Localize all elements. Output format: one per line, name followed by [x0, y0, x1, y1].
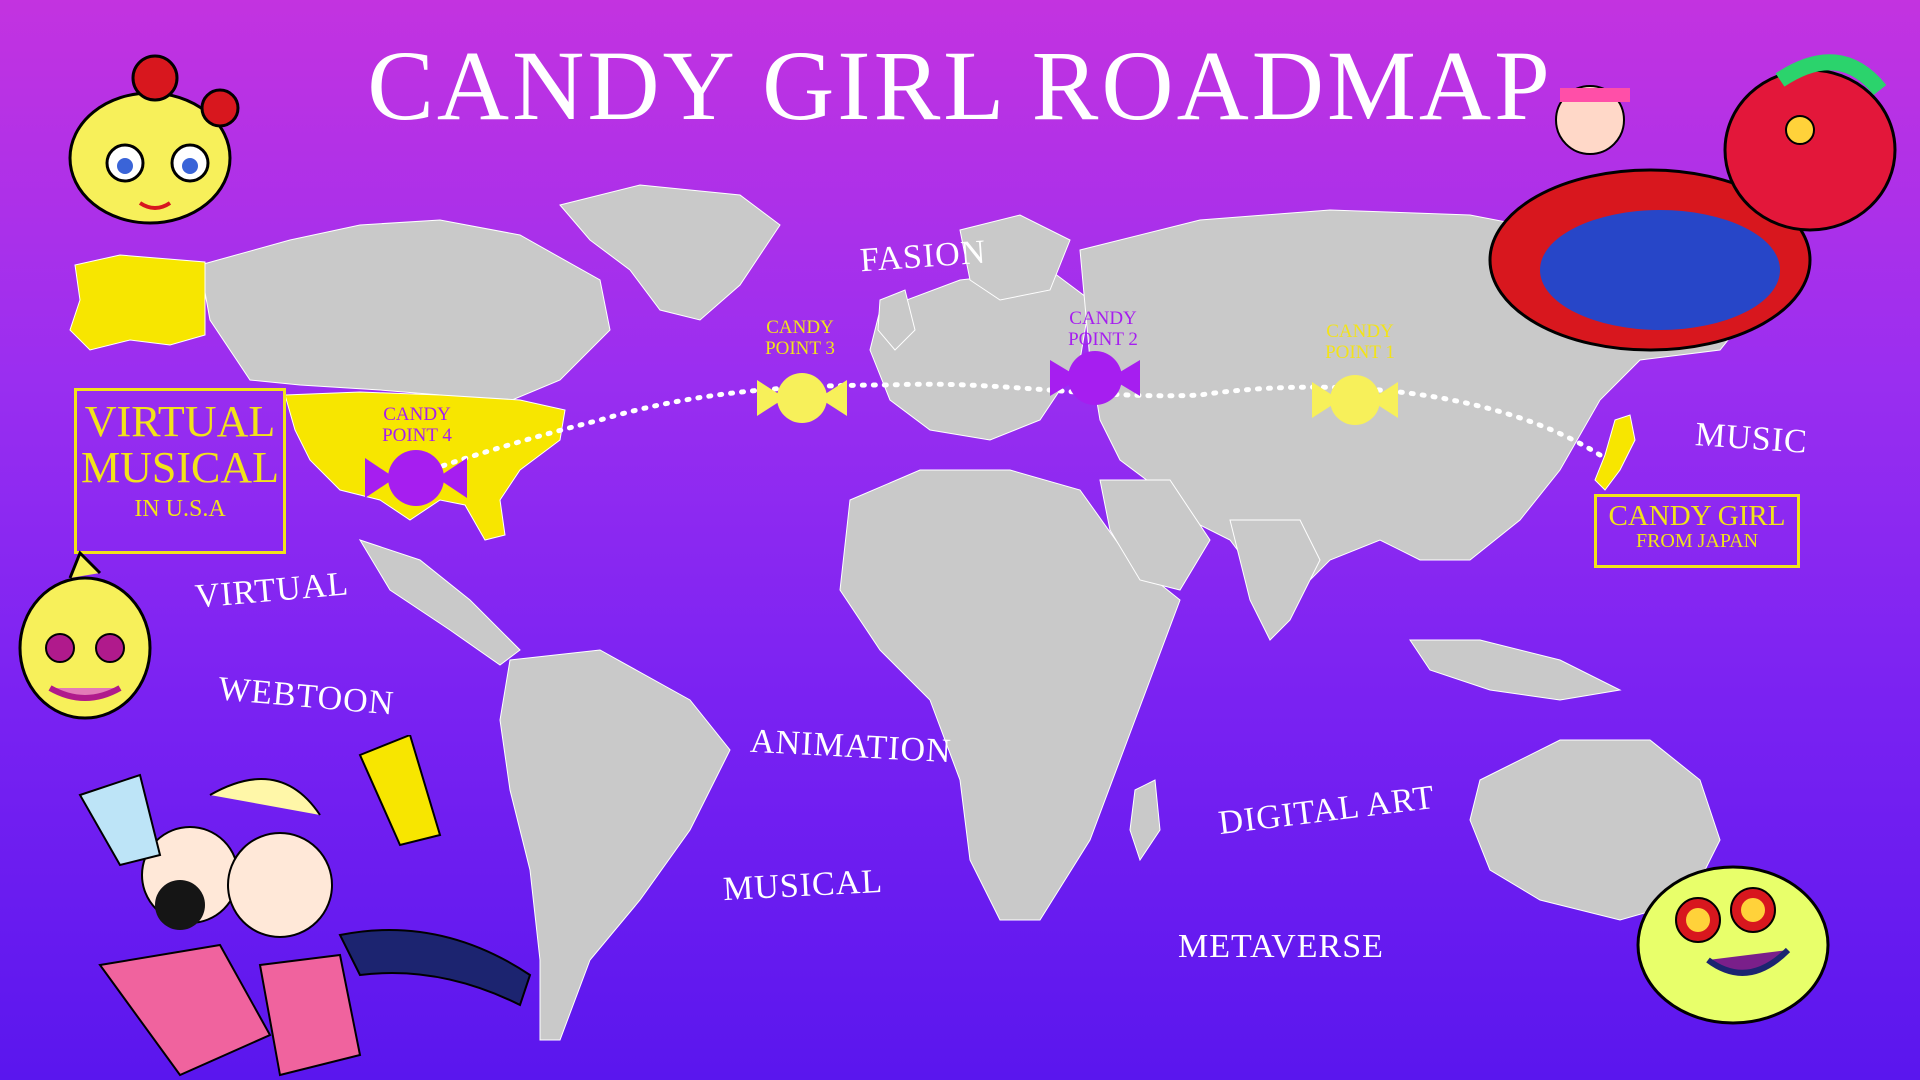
character-green-blob-bottom-right — [1636, 865, 1830, 1025]
box-usa-line3: IN U.S.A — [134, 496, 226, 523]
candy-point-1-label: CANDY POINT 1 — [1300, 321, 1420, 364]
candy-point-1-label-bottom: POINT 1 — [1325, 341, 1395, 363]
alaska-highlight — [69, 254, 206, 351]
character-yellow-creature-left — [18, 550, 152, 720]
candy-point-2-label-bottom: POINT 2 — [1068, 328, 1138, 350]
box-usa-line2: MUSICAL — [80, 443, 280, 493]
box-candy-girl-japan: CANDY GIRL FROM JAPAN — [1594, 494, 1800, 568]
candy-point-4-label-top: CANDY — [383, 404, 451, 425]
box-japan-line2: FROM JAPAN — [1635, 530, 1759, 553]
candy-point-4-label: CANDY POINT 4 — [357, 404, 477, 447]
candy-point-2-label: CANDY POINT 2 — [1043, 308, 1163, 351]
japan-highlight — [1594, 414, 1636, 491]
candy-point-2-label-top: CANDY — [1069, 308, 1137, 329]
label-metaverse: METAVERSE — [1178, 928, 1384, 965]
candy-point-3-label-bottom: POINT 3 — [765, 337, 835, 359]
candy-point-3-label-top: CANDY — [766, 317, 834, 338]
candy-icon-point-3 — [757, 373, 847, 423]
candy-point-4-label-bottom: POINT 4 — [382, 424, 452, 446]
box-virtual-musical-usa: VIRTUAL MUSICAL IN U.S.A — [74, 388, 286, 554]
label-music: MUSIC — [1693, 416, 1809, 461]
box-usa-line1: VIRTUAL — [84, 397, 276, 446]
candy-point-1-label-top: CANDY — [1326, 321, 1394, 342]
box-japan-line1: CANDY GIRL — [1608, 500, 1786, 532]
candy-point-3-label: CANDY POINT 3 — [740, 317, 860, 360]
character-red-dragon-top-right — [1488, 54, 1897, 352]
indonesia-landmass — [1409, 639, 1622, 701]
character-yellow-face-top-left — [68, 54, 240, 225]
character-girls-group-bottom-left — [78, 735, 532, 1077]
central-america-landmass — [358, 539, 521, 666]
madagascar-landmass — [1129, 779, 1161, 862]
canada-landmass — [199, 219, 611, 406]
india-landmass — [1229, 519, 1321, 641]
